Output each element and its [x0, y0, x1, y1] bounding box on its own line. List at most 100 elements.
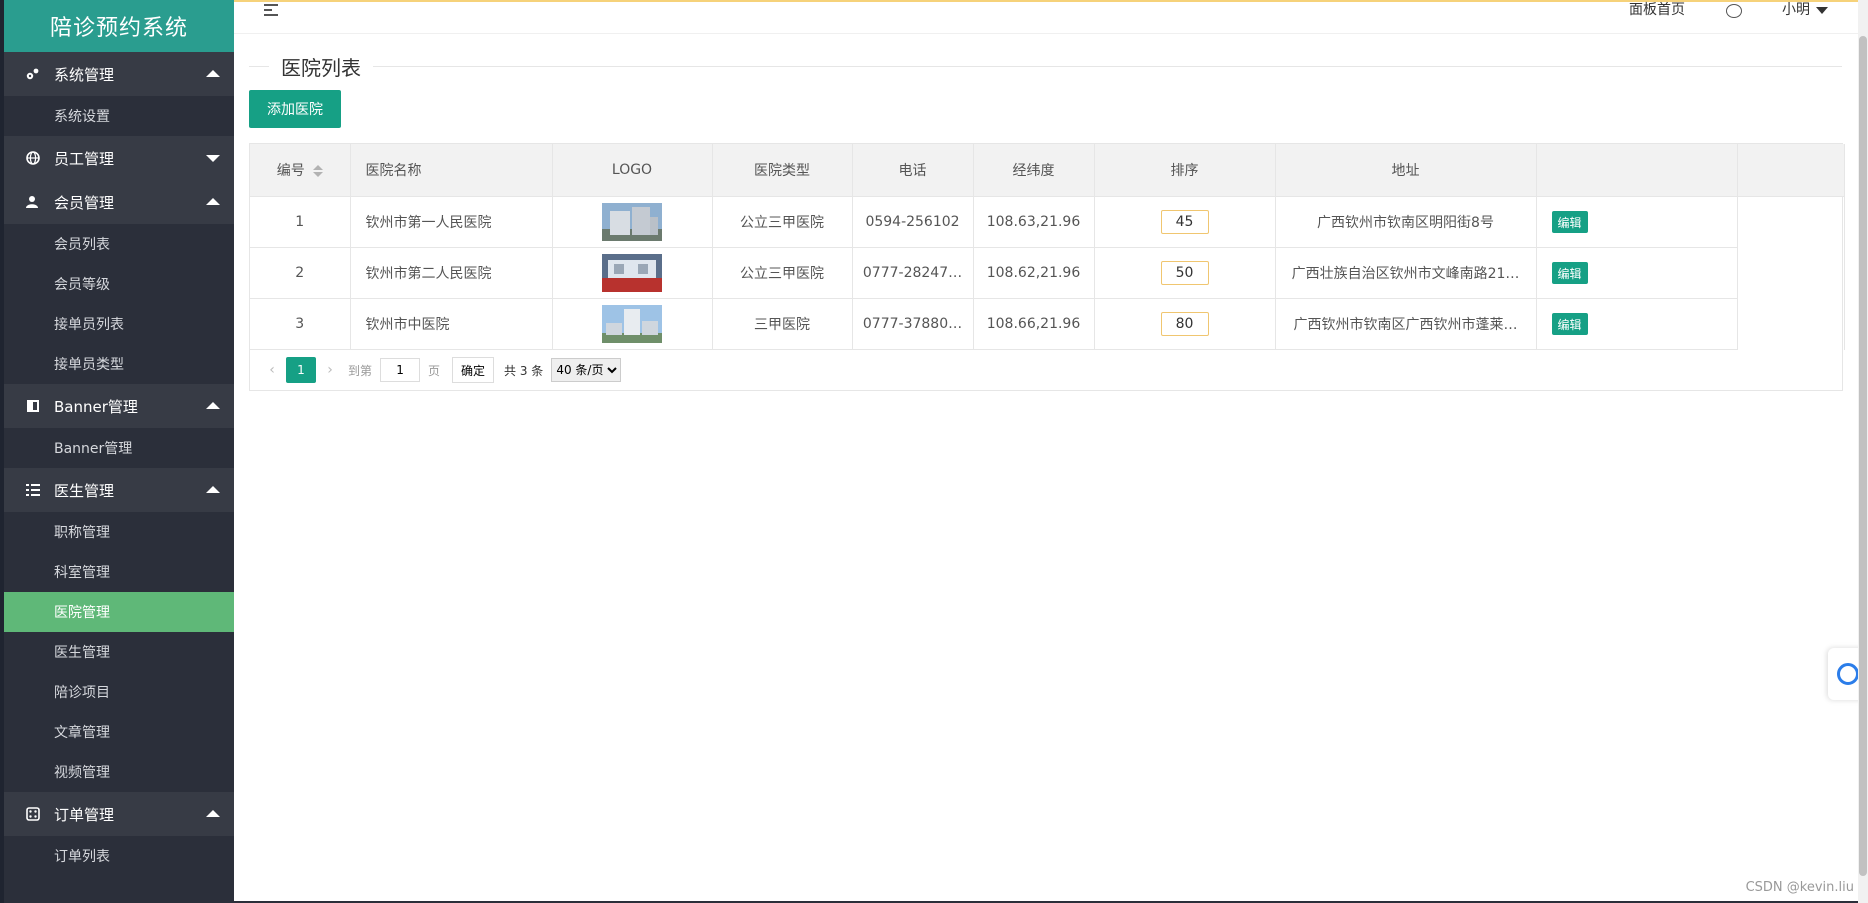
col-header-actions — [1536, 144, 1738, 197]
nav-group-header-staff[interactable]: 员工管理 — [4, 136, 234, 180]
cell-logo — [552, 298, 713, 350]
nav-group-doctors: 医生管理 职称管理 科室管理 医院管理 医生管理 陪诊项目 文章管理 视频管理 — [4, 468, 234, 792]
nav-group-header-doctors[interactable]: 医生管理 — [4, 468, 234, 512]
col-header-coords: 经纬度 — [973, 144, 1095, 197]
cell-address: 广西壮族自治区钦州市文峰南路21… — [1275, 247, 1537, 299]
nav-group-system: 系统管理 系统设置 — [4, 52, 234, 136]
table-row: 1 钦州市第一人民医院 公立三甲医院 0594-256102 108.63,21… — [250, 196, 1845, 248]
user-menu[interactable]: 小明 — [1782, 2, 1828, 18]
edit-button[interactable]: 编辑 — [1551, 262, 1588, 284]
sidebar-item-member-level[interactable]: 会员等级 — [4, 264, 234, 304]
cell-id: 2 — [250, 247, 351, 299]
cell-sort — [1094, 196, 1276, 248]
nav-group-orders: 订单管理 订单列表 — [4, 792, 234, 876]
nav-group-header-banner[interactable]: Banner管理 — [4, 384, 234, 428]
globe-icon — [24, 149, 42, 167]
cell-sort — [1094, 247, 1276, 299]
total-count: 共 3 条 — [504, 363, 544, 378]
watermark: CSDN @kevin.liu — [1745, 880, 1854, 895]
chevron-up-icon — [206, 402, 220, 409]
page-size-select[interactable]: 40 条/页 — [551, 358, 622, 382]
cell-filler — [1737, 247, 1845, 299]
nav-group-label: Banner管理 — [54, 397, 138, 416]
app-logo-title: 陪诊预约系统 — [4, 0, 234, 52]
sort-input[interactable] — [1160, 261, 1209, 285]
table-row: 2 钦州市第二人民医院 公立三甲医院 0777-28247… 108.62,21… — [250, 247, 1845, 299]
cell-type: 公立三甲医院 — [712, 196, 853, 248]
cell-phone: 0777-37880… — [852, 298, 974, 350]
sidebar-item-banner[interactable]: Banner管理 — [4, 428, 234, 468]
table-row: 3 钦州市中医院 三甲医院 0777-37880… 108.66,21.96 广… — [250, 298, 1845, 350]
nav-group-label: 员工管理 — [54, 149, 115, 168]
cell-type: 三甲医院 — [712, 298, 853, 350]
top-bar: 面板首页 小明 — [234, 0, 1858, 34]
sidebar-item-member-list[interactable]: 会员列表 — [4, 224, 234, 264]
nav-group-members: 会员管理 会员列表 会员等级 接单员列表 接单员类型 — [4, 180, 234, 384]
sidebar-item-titles[interactable]: 职称管理 — [4, 512, 234, 552]
prev-page-icon[interactable]: ‹ — [262, 360, 282, 380]
nav-group-header-orders[interactable]: 订单管理 — [4, 792, 234, 836]
goto-page-input[interactable] — [380, 358, 421, 382]
cell-phone: 0777-28247… — [852, 247, 974, 299]
col-header-filler — [1737, 144, 1845, 197]
palette-icon[interactable] — [1726, 4, 1742, 18]
dashboard-link[interactable]: 面板首页 — [1629, 2, 1685, 18]
cell-actions: 编辑 — [1536, 196, 1738, 248]
sidebar-item-videos[interactable]: 视频管理 — [4, 752, 234, 792]
col-header-id[interactable]: 编号 — [250, 144, 351, 197]
page-unit-label: 页 — [428, 363, 441, 378]
edit-button[interactable]: 编辑 — [1551, 313, 1588, 335]
page-title: 医院列表 — [269, 52, 373, 81]
chevron-up-icon — [206, 70, 220, 77]
col-header-address: 地址 — [1275, 144, 1537, 197]
cell-coords: 108.62,21.96 — [973, 247, 1095, 299]
cell-name: 钦州市第二人民医院 — [350, 247, 553, 299]
sort-icon[interactable] — [312, 165, 323, 177]
cell-name: 钦州市中医院 — [350, 298, 553, 350]
sidebar-item-hospitals[interactable]: 医院管理 — [4, 592, 234, 632]
sort-input[interactable] — [1160, 210, 1209, 234]
cell-actions: 编辑 — [1536, 247, 1738, 299]
sort-input[interactable] — [1160, 312, 1209, 336]
cell-filler — [1737, 298, 1845, 350]
nav-group-staff: 员工管理 — [4, 136, 234, 180]
edit-button[interactable]: 编辑 — [1551, 211, 1588, 233]
hospital-logo-image — [602, 254, 662, 292]
sidebar-item-order-list[interactable]: 订单列表 — [4, 836, 234, 876]
add-hospital-button[interactable]: 添加医院 — [249, 90, 341, 128]
sidebar-item-departments[interactable]: 科室管理 — [4, 552, 234, 592]
hospital-table: 编号 医院名称 LOGO 医院类型 电话 经纬度 排序 地址 1 钦州市第一人民… — [249, 143, 1845, 391]
next-page-icon[interactable]: › — [320, 360, 340, 380]
vertical-scrollbar[interactable] — [1858, 0, 1868, 903]
col-header-phone: 电话 — [852, 144, 974, 197]
scrollbar-thumb[interactable] — [1859, 36, 1867, 876]
hospital-logo-image — [602, 305, 662, 343]
nav-group-header-members[interactable]: 会员管理 — [4, 180, 234, 224]
sidebar-item-escort-projects[interactable]: 陪诊项目 — [4, 672, 234, 712]
cell-name: 钦州市第一人民医院 — [350, 196, 553, 248]
current-page[interactable]: 1 — [286, 357, 316, 383]
sidebar-item-system-settings[interactable]: 系统设置 — [4, 96, 234, 136]
menu-toggle-icon[interactable] — [264, 4, 280, 18]
nav-group-label: 会员管理 — [54, 193, 115, 212]
cell-sort — [1094, 298, 1276, 350]
goto-confirm-button[interactable]: 确定 — [452, 357, 495, 383]
user-icon — [24, 193, 42, 211]
main-content: 医院列表 添加医院 编号 医院名称 LOGO 医院类型 电话 经纬度 排序 地址… — [234, 34, 1858, 903]
sidebar-item-articles[interactable]: 文章管理 — [4, 712, 234, 752]
sidebar-item-doctors[interactable]: 医生管理 — [4, 632, 234, 672]
hospital-logo-image — [602, 203, 662, 241]
dice-icon — [24, 805, 42, 823]
nav-group-label: 医生管理 — [54, 481, 115, 500]
cell-id: 3 — [250, 298, 351, 350]
col-header-logo: LOGO — [552, 144, 713, 197]
nav-group-banner: Banner管理 Banner管理 — [4, 384, 234, 468]
chevron-up-icon — [206, 486, 220, 493]
nav-group-header-system[interactable]: 系统管理 — [4, 52, 234, 96]
sidebar-item-escort-type[interactable]: 接单员类型 — [4, 344, 234, 384]
sidebar-item-escort-list[interactable]: 接单员列表 — [4, 304, 234, 344]
cell-address: 广西钦州市钦南区明阳街8号 — [1275, 196, 1537, 248]
assistant-icon — [1837, 663, 1859, 685]
cell-logo — [552, 196, 713, 248]
pagination: ‹ 1 › 到第 页 确定 共 3 条 40 条/页 — [250, 350, 1842, 390]
